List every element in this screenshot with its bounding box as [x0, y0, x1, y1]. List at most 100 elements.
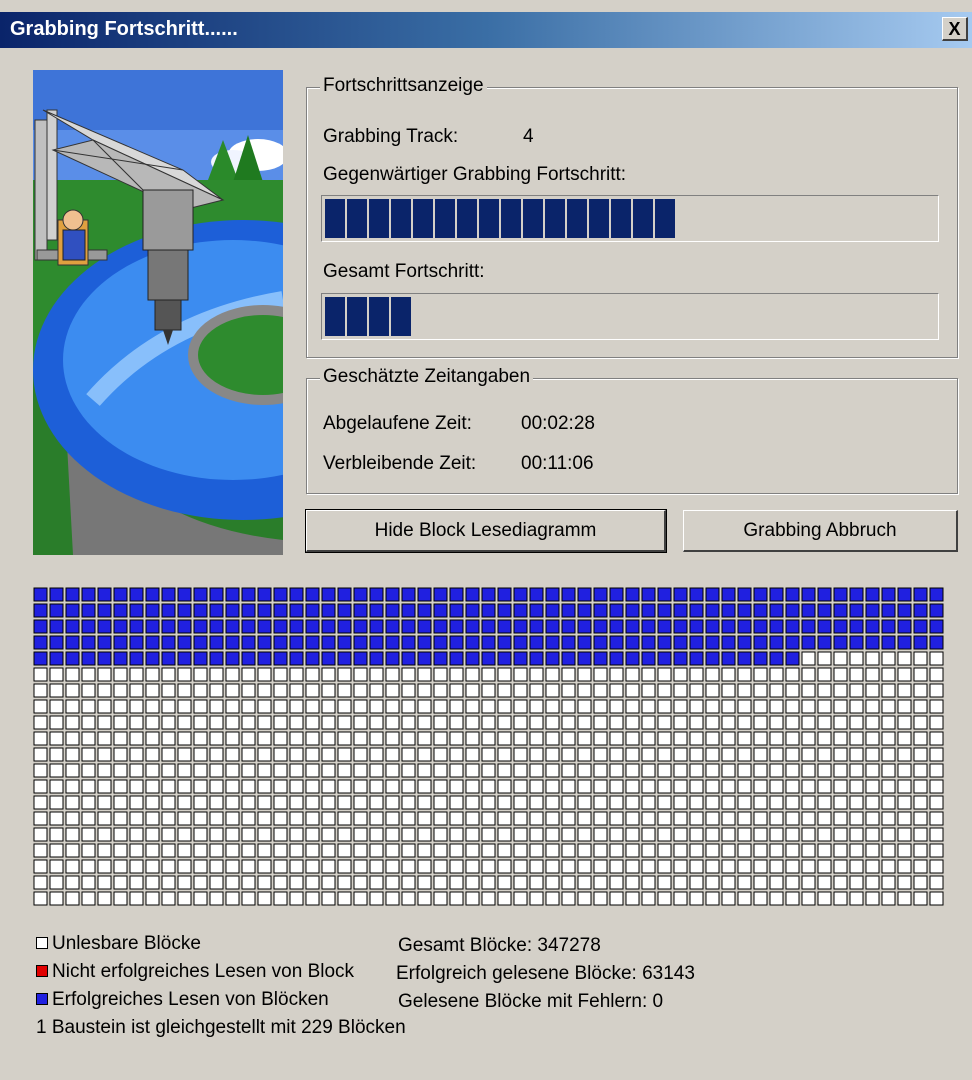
block-unread [321, 795, 336, 810]
block-read [881, 619, 896, 634]
block-unread [449, 875, 464, 890]
block-unread [273, 699, 288, 714]
block-unread [785, 843, 800, 858]
block-unread [753, 843, 768, 858]
block-unread [161, 699, 176, 714]
block-unread [881, 811, 896, 826]
block-unread [417, 827, 432, 842]
block-read [897, 603, 912, 618]
block-read [769, 635, 784, 650]
block-unread [673, 811, 688, 826]
block-unread [721, 683, 736, 698]
block-unread [609, 843, 624, 858]
block-unread [897, 699, 912, 714]
block-unread [721, 731, 736, 746]
block-read [145, 635, 160, 650]
block-read [289, 635, 304, 650]
block-unread [913, 731, 928, 746]
block-unread [161, 715, 176, 730]
block-unread [881, 731, 896, 746]
block-read [305, 587, 320, 602]
block-unread [385, 715, 400, 730]
block-unread [129, 763, 144, 778]
block-unread [801, 683, 816, 698]
block-unread [833, 827, 848, 842]
block-unread [417, 731, 432, 746]
block-unread [305, 795, 320, 810]
block-unread [417, 811, 432, 826]
block-unread [625, 827, 640, 842]
abort-grabbing-button[interactable]: Grabbing Abbruch [683, 510, 958, 552]
block-unread [433, 795, 448, 810]
block-unread [289, 875, 304, 890]
block-read [465, 603, 480, 618]
current-progress-segment [369, 199, 389, 238]
block-read [641, 603, 656, 618]
block-unread [241, 683, 256, 698]
red-swatch-icon [36, 965, 48, 977]
block-unread [721, 667, 736, 682]
block-unread [625, 763, 640, 778]
block-read [289, 587, 304, 602]
block-unread [545, 667, 560, 682]
block-unread [513, 699, 528, 714]
block-read [401, 603, 416, 618]
block-unread [145, 747, 160, 762]
block-read [673, 635, 688, 650]
block-unread [737, 843, 752, 858]
block-unread [33, 683, 48, 698]
block-read [769, 651, 784, 666]
block-unread [657, 843, 672, 858]
block-unread [609, 747, 624, 762]
block-unread [529, 843, 544, 858]
block-unread [465, 811, 480, 826]
block-read [321, 603, 336, 618]
block-unread [433, 683, 448, 698]
block-unread [785, 715, 800, 730]
block-unread [337, 859, 352, 874]
block-unread [65, 763, 80, 778]
block-unread [529, 891, 544, 906]
block-unread [225, 747, 240, 762]
block-read [785, 587, 800, 602]
hide-block-diagram-button[interactable]: Hide Block Lesediagramm [305, 509, 667, 553]
block-read [673, 587, 688, 602]
block-unread [209, 891, 224, 906]
block-unread [881, 715, 896, 730]
block-read [529, 635, 544, 650]
block-unread [145, 667, 160, 682]
block-unread [593, 683, 608, 698]
block-unread [785, 747, 800, 762]
title-bar[interactable]: Grabbing Fortschritt...... X [0, 12, 972, 48]
block-unread [609, 875, 624, 890]
block-unread [753, 859, 768, 874]
block-unread [609, 795, 624, 810]
block-unread [545, 763, 560, 778]
block-unread [833, 683, 848, 698]
total-progress-label: Gesamt Fortschritt: [323, 261, 485, 282]
block-unread [481, 699, 496, 714]
block-unread [657, 779, 672, 794]
block-unread [481, 875, 496, 890]
block-unread [817, 859, 832, 874]
block-unread [529, 779, 544, 794]
progress-group-label: Fortschrittsanzeige [320, 75, 487, 97]
block-read [657, 619, 672, 634]
block-unread [897, 651, 912, 666]
block-unread [673, 859, 688, 874]
close-button[interactable]: X [942, 17, 968, 41]
block-unread [817, 763, 832, 778]
legend-scale: 1 Baustein ist gleichgestellt mit 229 Bl… [36, 1017, 406, 1038]
block-unread [353, 731, 368, 746]
block-unread [369, 859, 384, 874]
block-read [273, 603, 288, 618]
block-unread [145, 763, 160, 778]
block-unread [97, 827, 112, 842]
block-unread [833, 859, 848, 874]
block-unread [401, 811, 416, 826]
block-unread [513, 763, 528, 778]
block-unread [545, 891, 560, 906]
block-unread [929, 651, 944, 666]
block-unread [161, 891, 176, 906]
block-unread [161, 827, 176, 842]
